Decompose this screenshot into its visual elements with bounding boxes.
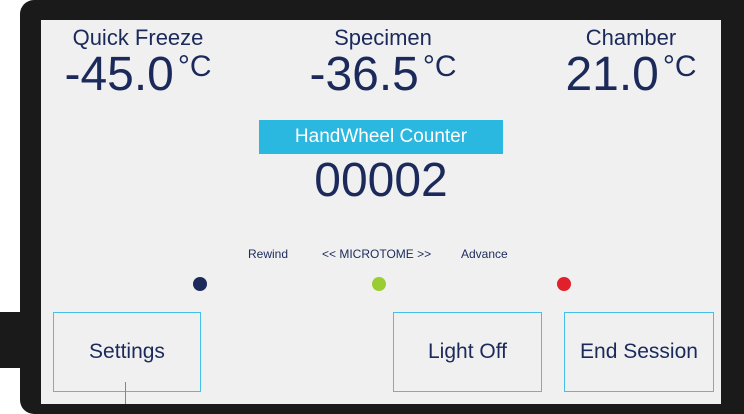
chamber-readout: Chamber 21.0 °C <box>541 26 721 100</box>
chamber-unit: °C <box>662 50 697 83</box>
settings-button[interactable]: Settings <box>53 312 201 392</box>
quick-freeze-value: -45.0 <box>64 48 174 101</box>
quick-freeze-readout: Quick Freeze -45.0 °C <box>53 26 223 100</box>
control-screen: Quick Freeze -45.0 °C Specimen -36.5 °C Ch… <box>41 20 721 404</box>
quick-freeze-label: Quick Freeze <box>72 25 204 50</box>
specimen-value: -36.5 <box>309 48 419 101</box>
rewind-label: Rewind <box>248 247 289 261</box>
end-session-button[interactable]: End Session <box>564 312 714 392</box>
microtome-indicator <box>372 277 386 291</box>
light-off-button[interactable]: Light Off <box>393 312 542 392</box>
specimen-label: Specimen <box>334 25 432 50</box>
handwheel-counter-label: HandWheel Counter <box>259 120 503 154</box>
specimen-readout: Specimen -36.5 °C <box>273 26 493 100</box>
specimen-unit: °C <box>422 50 457 83</box>
handwheel-counter-value: 00002 <box>314 154 448 207</box>
microtome-label: << MICROTOME >> <box>322 247 432 261</box>
chamber-label: Chamber <box>585 25 677 50</box>
advance-indicator <box>557 277 571 291</box>
advance-label: Advance <box>461 247 508 261</box>
rewind-indicator <box>193 277 207 291</box>
quick-freeze-unit: °C <box>177 50 212 83</box>
chamber-value: 21.0 <box>565 48 659 101</box>
pointer-line <box>125 382 126 404</box>
